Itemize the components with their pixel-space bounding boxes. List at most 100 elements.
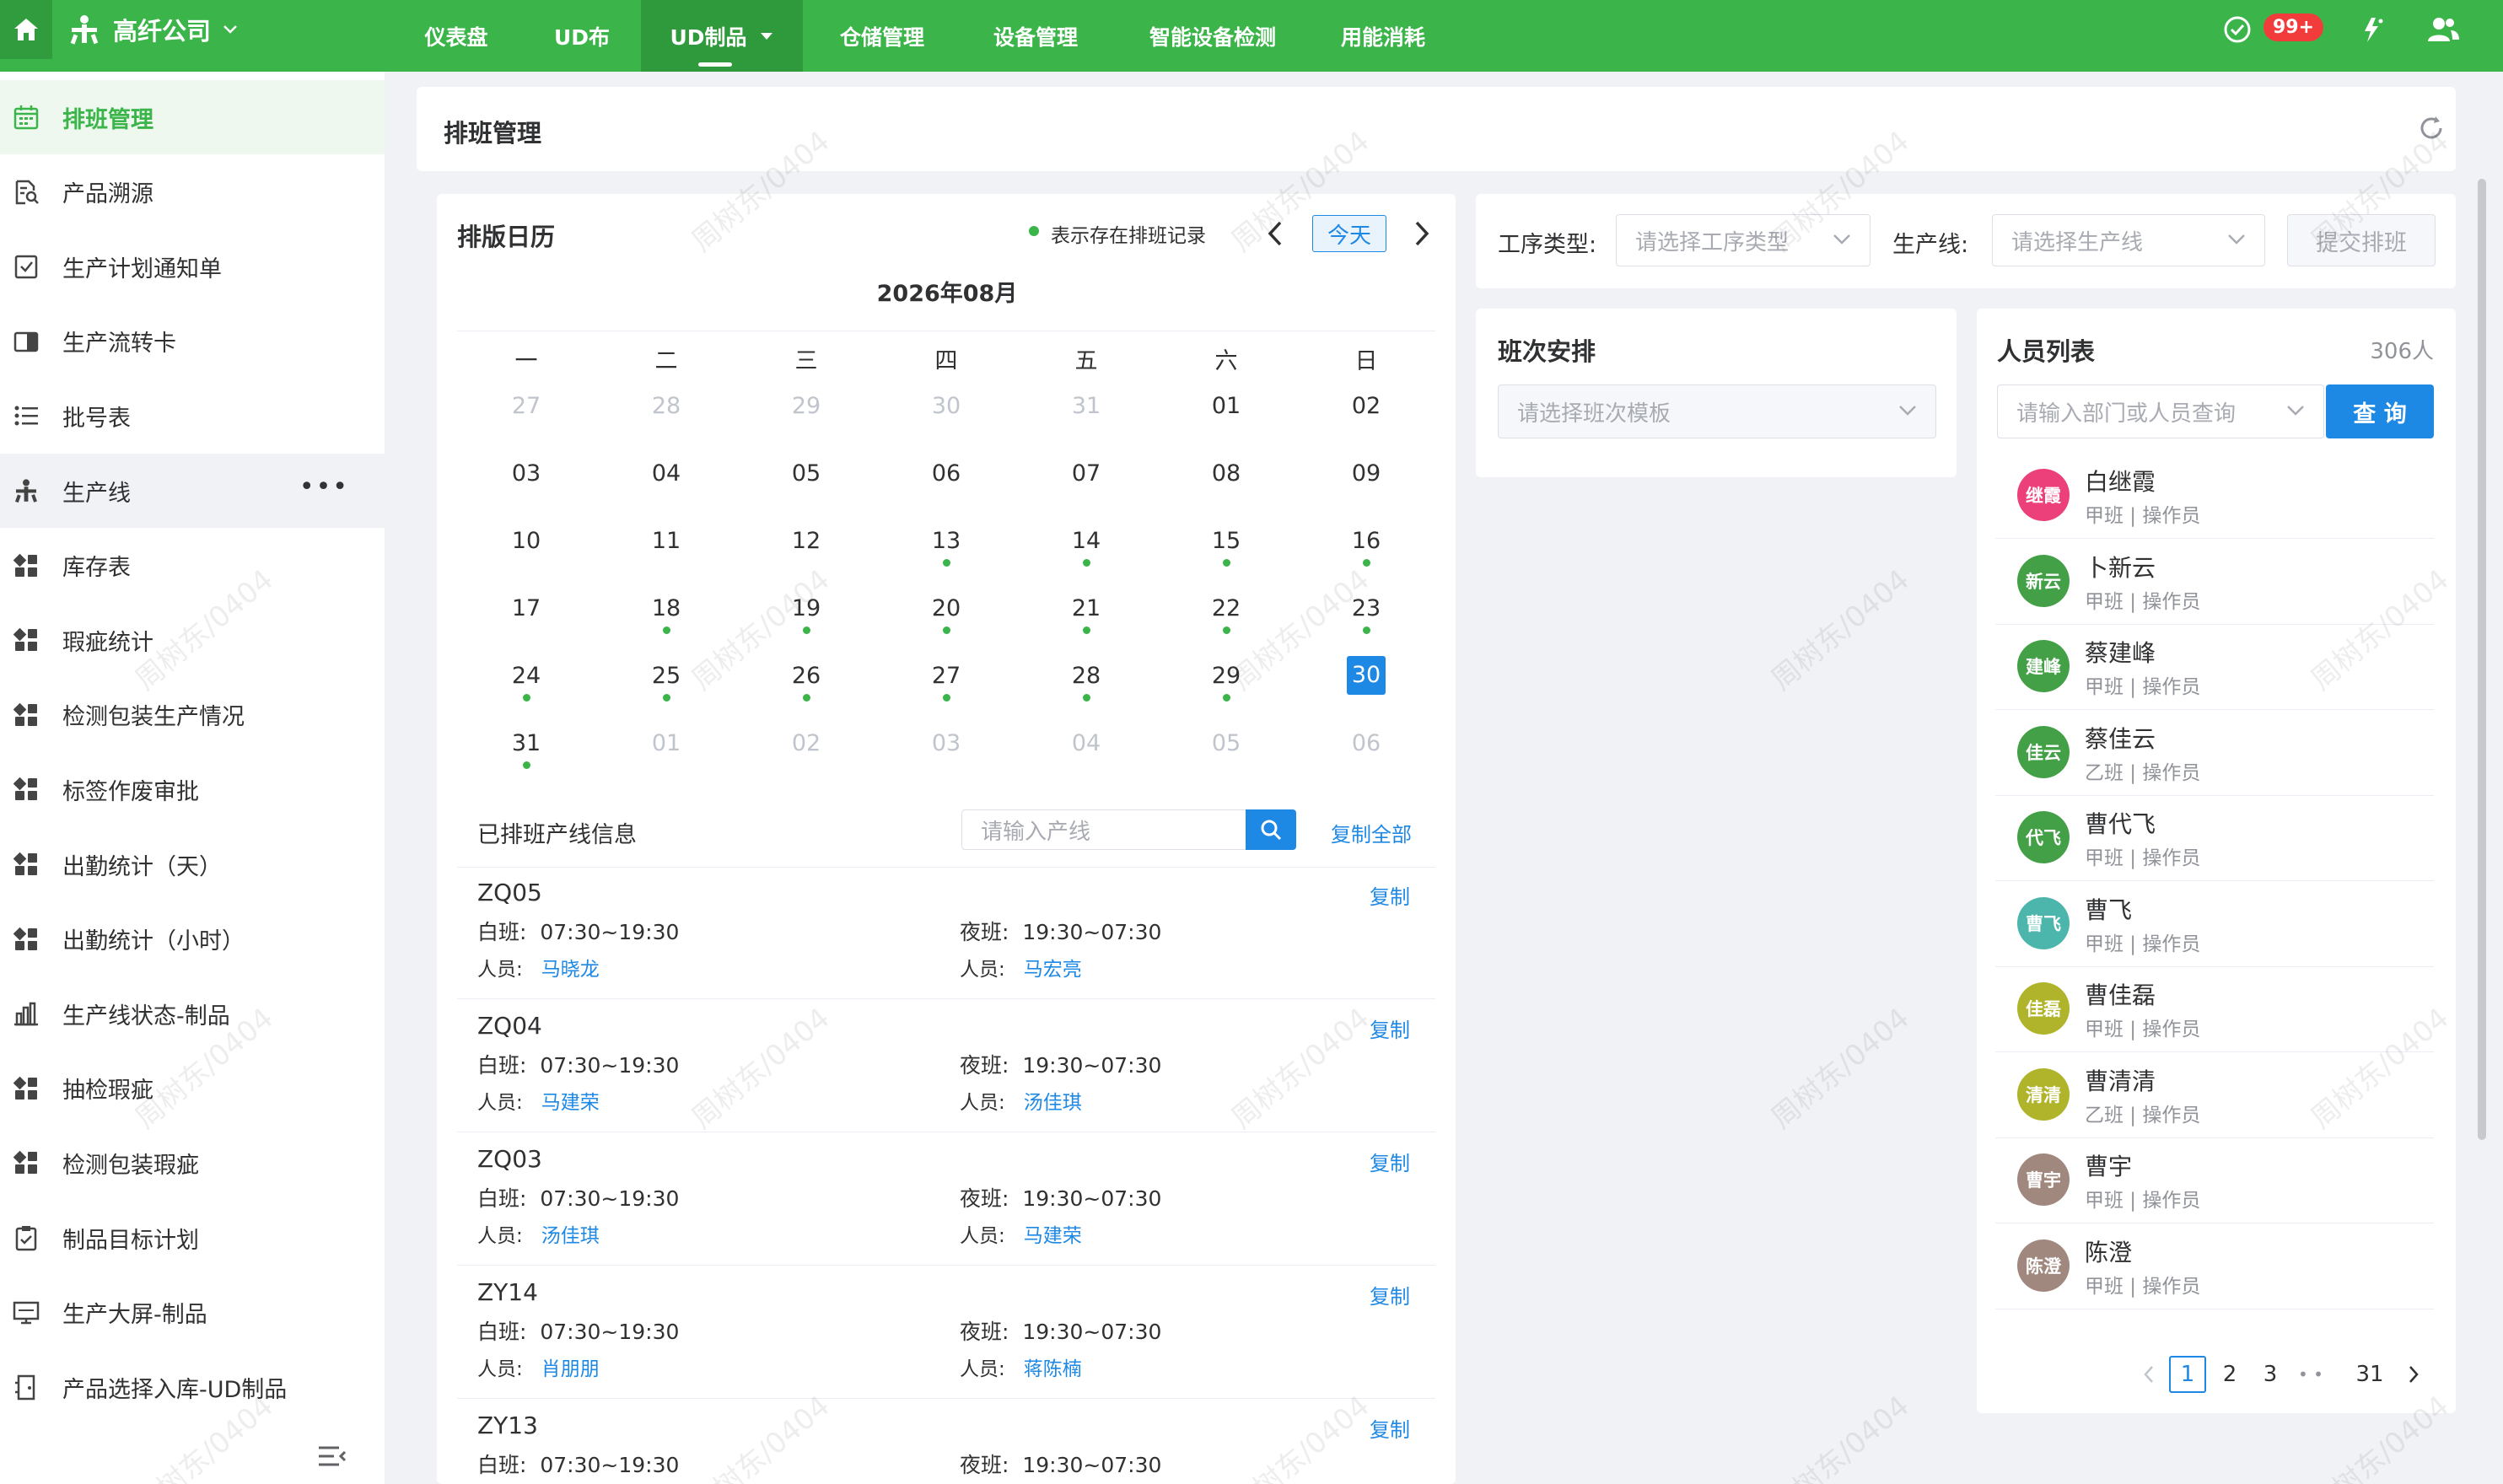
- sidebar-item-15[interactable]: 制品目标计划: [0, 1201, 385, 1275]
- nav-item-2[interactable]: UD制品: [641, 0, 803, 72]
- more-options-icon[interactable]: •••: [299, 472, 349, 502]
- calendar-day[interactable]: 06: [1332, 730, 1400, 756]
- line-search-input[interactable]: 请输入产线: [961, 809, 1246, 850]
- night-staff-link[interactable]: 马宏亮: [1024, 959, 1082, 981]
- calendar-day[interactable]: 26: [772, 663, 840, 702]
- calendar-day[interactable]: 31: [1052, 393, 1120, 419]
- task-check-button[interactable]: [2220, 12, 2255, 47]
- sidebar-item-1[interactable]: 产品溯源: [0, 155, 385, 229]
- sidebar-item-7[interactable]: 瑕疵统计: [0, 603, 385, 677]
- nav-item-1[interactable]: UD布: [523, 0, 641, 72]
- production-line-select[interactable]: 请选择生产线: [1992, 214, 2265, 266]
- page-last[interactable]: 31: [2351, 1356, 2388, 1393]
- calendar-day[interactable]: 30: [1347, 656, 1386, 695]
- sidebar-item-9[interactable]: 标签作废审批: [0, 752, 385, 826]
- calendar-day[interactable]: 05: [772, 460, 840, 487]
- sidebar-item-4[interactable]: 批号表: [0, 379, 385, 453]
- person-item[interactable]: 陈澄 陈澄 甲班 | 操作员: [1995, 1224, 2434, 1309]
- sidebar-item-0[interactable]: 排班管理: [0, 80, 385, 154]
- sidebar-item-17[interactable]: 产品选择入库-UD制品: [0, 1350, 385, 1424]
- calendar-day[interactable]: 27: [912, 663, 980, 702]
- calendar-day[interactable]: 04: [1052, 730, 1120, 756]
- calendar-day[interactable]: 05: [1192, 730, 1260, 756]
- calendar-day[interactable]: 28: [632, 393, 700, 419]
- calendar-day[interactable]: 21: [1052, 595, 1120, 634]
- copy-line-link[interactable]: 复制: [1370, 1413, 1410, 1443]
- calendar-day[interactable]: 02: [1332, 393, 1400, 419]
- day-staff-link[interactable]: 肖朋朋: [541, 1358, 600, 1380]
- calendar-day[interactable]: 16: [1332, 528, 1400, 567]
- copy-line-link[interactable]: 复制: [1370, 880, 1410, 910]
- person-item[interactable]: 曹飞 曹飞 甲班 | 操作员: [1995, 882, 2434, 967]
- calendar-day[interactable]: 18: [632, 595, 700, 634]
- sidebar-item-12[interactable]: 生产线状态-制品: [0, 976, 385, 1051]
- next-page-button[interactable]: [2395, 1356, 2432, 1393]
- day-staff-link[interactable]: 马晓龙: [541, 959, 600, 981]
- person-item[interactable]: 建峰 蔡建峰 甲班 | 操作员: [1995, 625, 2434, 710]
- nav-item-6[interactable]: 用能消耗: [1316, 0, 1451, 72]
- calendar-day[interactable]: 29: [772, 393, 840, 419]
- copy-line-link[interactable]: 复制: [1370, 1147, 1410, 1176]
- calendar-day[interactable]: 02: [772, 730, 840, 756]
- process-type-select[interactable]: 请选择工序类型: [1616, 214, 1871, 266]
- calendar-day[interactable]: 10: [493, 528, 560, 554]
- page-3[interactable]: 3: [2252, 1356, 2289, 1393]
- calendar-day[interactable]: 17: [493, 595, 560, 621]
- sidebar-item-5[interactable]: 生产线 •••: [0, 454, 385, 528]
- page-scrollbar[interactable]: [2478, 179, 2486, 1140]
- page-2[interactable]: 2: [2211, 1356, 2248, 1393]
- notification-badge[interactable]: 99+: [2263, 13, 2324, 41]
- sidebar-item-10[interactable]: 出勤统计（天）: [0, 827, 385, 901]
- copy-line-link[interactable]: 复制: [1370, 1014, 1410, 1043]
- calendar-day[interactable]: 07: [1052, 460, 1120, 487]
- calendar-day[interactable]: 23: [1332, 595, 1400, 634]
- night-staff-link[interactable]: 蒋陈楠: [1024, 1358, 1082, 1380]
- night-staff-link[interactable]: 马建荣: [1024, 1225, 1082, 1247]
- page-ellipsis[interactable]: • •: [2292, 1356, 2329, 1393]
- collapse-sidebar-button[interactable]: [317, 1444, 347, 1468]
- prev-month-button[interactable]: [1263, 219, 1287, 248]
- day-staff-link[interactable]: 汤佳琪: [541, 1225, 600, 1247]
- person-item[interactable]: 佳磊 曹佳磊 甲班 | 操作员: [1995, 967, 2434, 1052]
- calendar-day[interactable]: 03: [912, 730, 980, 756]
- calendar-day[interactable]: 04: [632, 460, 700, 487]
- today-button[interactable]: 今天: [1312, 215, 1386, 252]
- calendar-day[interactable]: 25: [632, 663, 700, 702]
- calendar-day[interactable]: 01: [1192, 393, 1260, 419]
- calendar-day[interactable]: 31: [493, 730, 560, 769]
- sidebar-item-16[interactable]: 生产大屏-制品: [0, 1276, 385, 1350]
- person-item[interactable]: 新云 卜新云 甲班 | 操作员: [1995, 540, 2434, 625]
- calendar-day[interactable]: 09: [1332, 460, 1400, 487]
- calendar-day[interactable]: 13: [912, 528, 980, 567]
- personnel-search-input[interactable]: 请输入部门或人员查询: [1997, 384, 2324, 438]
- calendar-day[interactable]: 08: [1192, 460, 1260, 487]
- person-item[interactable]: 代飞 曹代飞 甲班 | 操作员: [1995, 796, 2434, 881]
- person-item[interactable]: 清清 曹清清 乙班 | 操作员: [1995, 1053, 2434, 1138]
- copy-line-link[interactable]: 复制: [1370, 1280, 1410, 1309]
- calendar-day[interactable]: 11: [632, 528, 700, 554]
- person-item[interactable]: 佳云 蔡佳云 乙班 | 操作员: [1995, 711, 2434, 796]
- company-switcher[interactable]: 高纤公司: [67, 0, 238, 59]
- refresh-button[interactable]: [2417, 114, 2446, 142]
- nav-item-3[interactable]: 仓储管理: [803, 0, 961, 72]
- sidebar-item-6[interactable]: 库存表: [0, 529, 385, 603]
- submit-schedule-button[interactable]: 提交排班: [2287, 214, 2436, 266]
- calendar-day[interactable]: 29: [1192, 663, 1260, 702]
- calendar-day[interactable]: 22: [1192, 595, 1260, 634]
- sidebar-item-11[interactable]: 出勤统计（小时）: [0, 902, 385, 976]
- sidebar-item-2[interactable]: 生产计划通知单: [0, 229, 385, 304]
- next-month-button[interactable]: [1410, 219, 1434, 248]
- home-button[interactable]: [0, 0, 52, 59]
- nav-item-4[interactable]: 设备管理: [961, 0, 1110, 72]
- page-1[interactable]: 1: [2169, 1356, 2206, 1393]
- calendar-day[interactable]: 19: [772, 595, 840, 634]
- day-staff-link[interactable]: 马建荣: [541, 1092, 600, 1114]
- line-search-button[interactable]: [1246, 809, 1296, 850]
- sidebar-item-3[interactable]: 生产流转卡: [0, 304, 385, 379]
- calendar-day[interactable]: 28: [1052, 663, 1120, 702]
- calendar-day[interactable]: 06: [912, 460, 980, 487]
- calendar-day[interactable]: 12: [772, 528, 840, 554]
- prev-page-button[interactable]: [2130, 1356, 2167, 1393]
- shift-template-select[interactable]: 请选择班次模板: [1498, 384, 1936, 438]
- night-staff-link[interactable]: 汤佳琪: [1024, 1092, 1082, 1114]
